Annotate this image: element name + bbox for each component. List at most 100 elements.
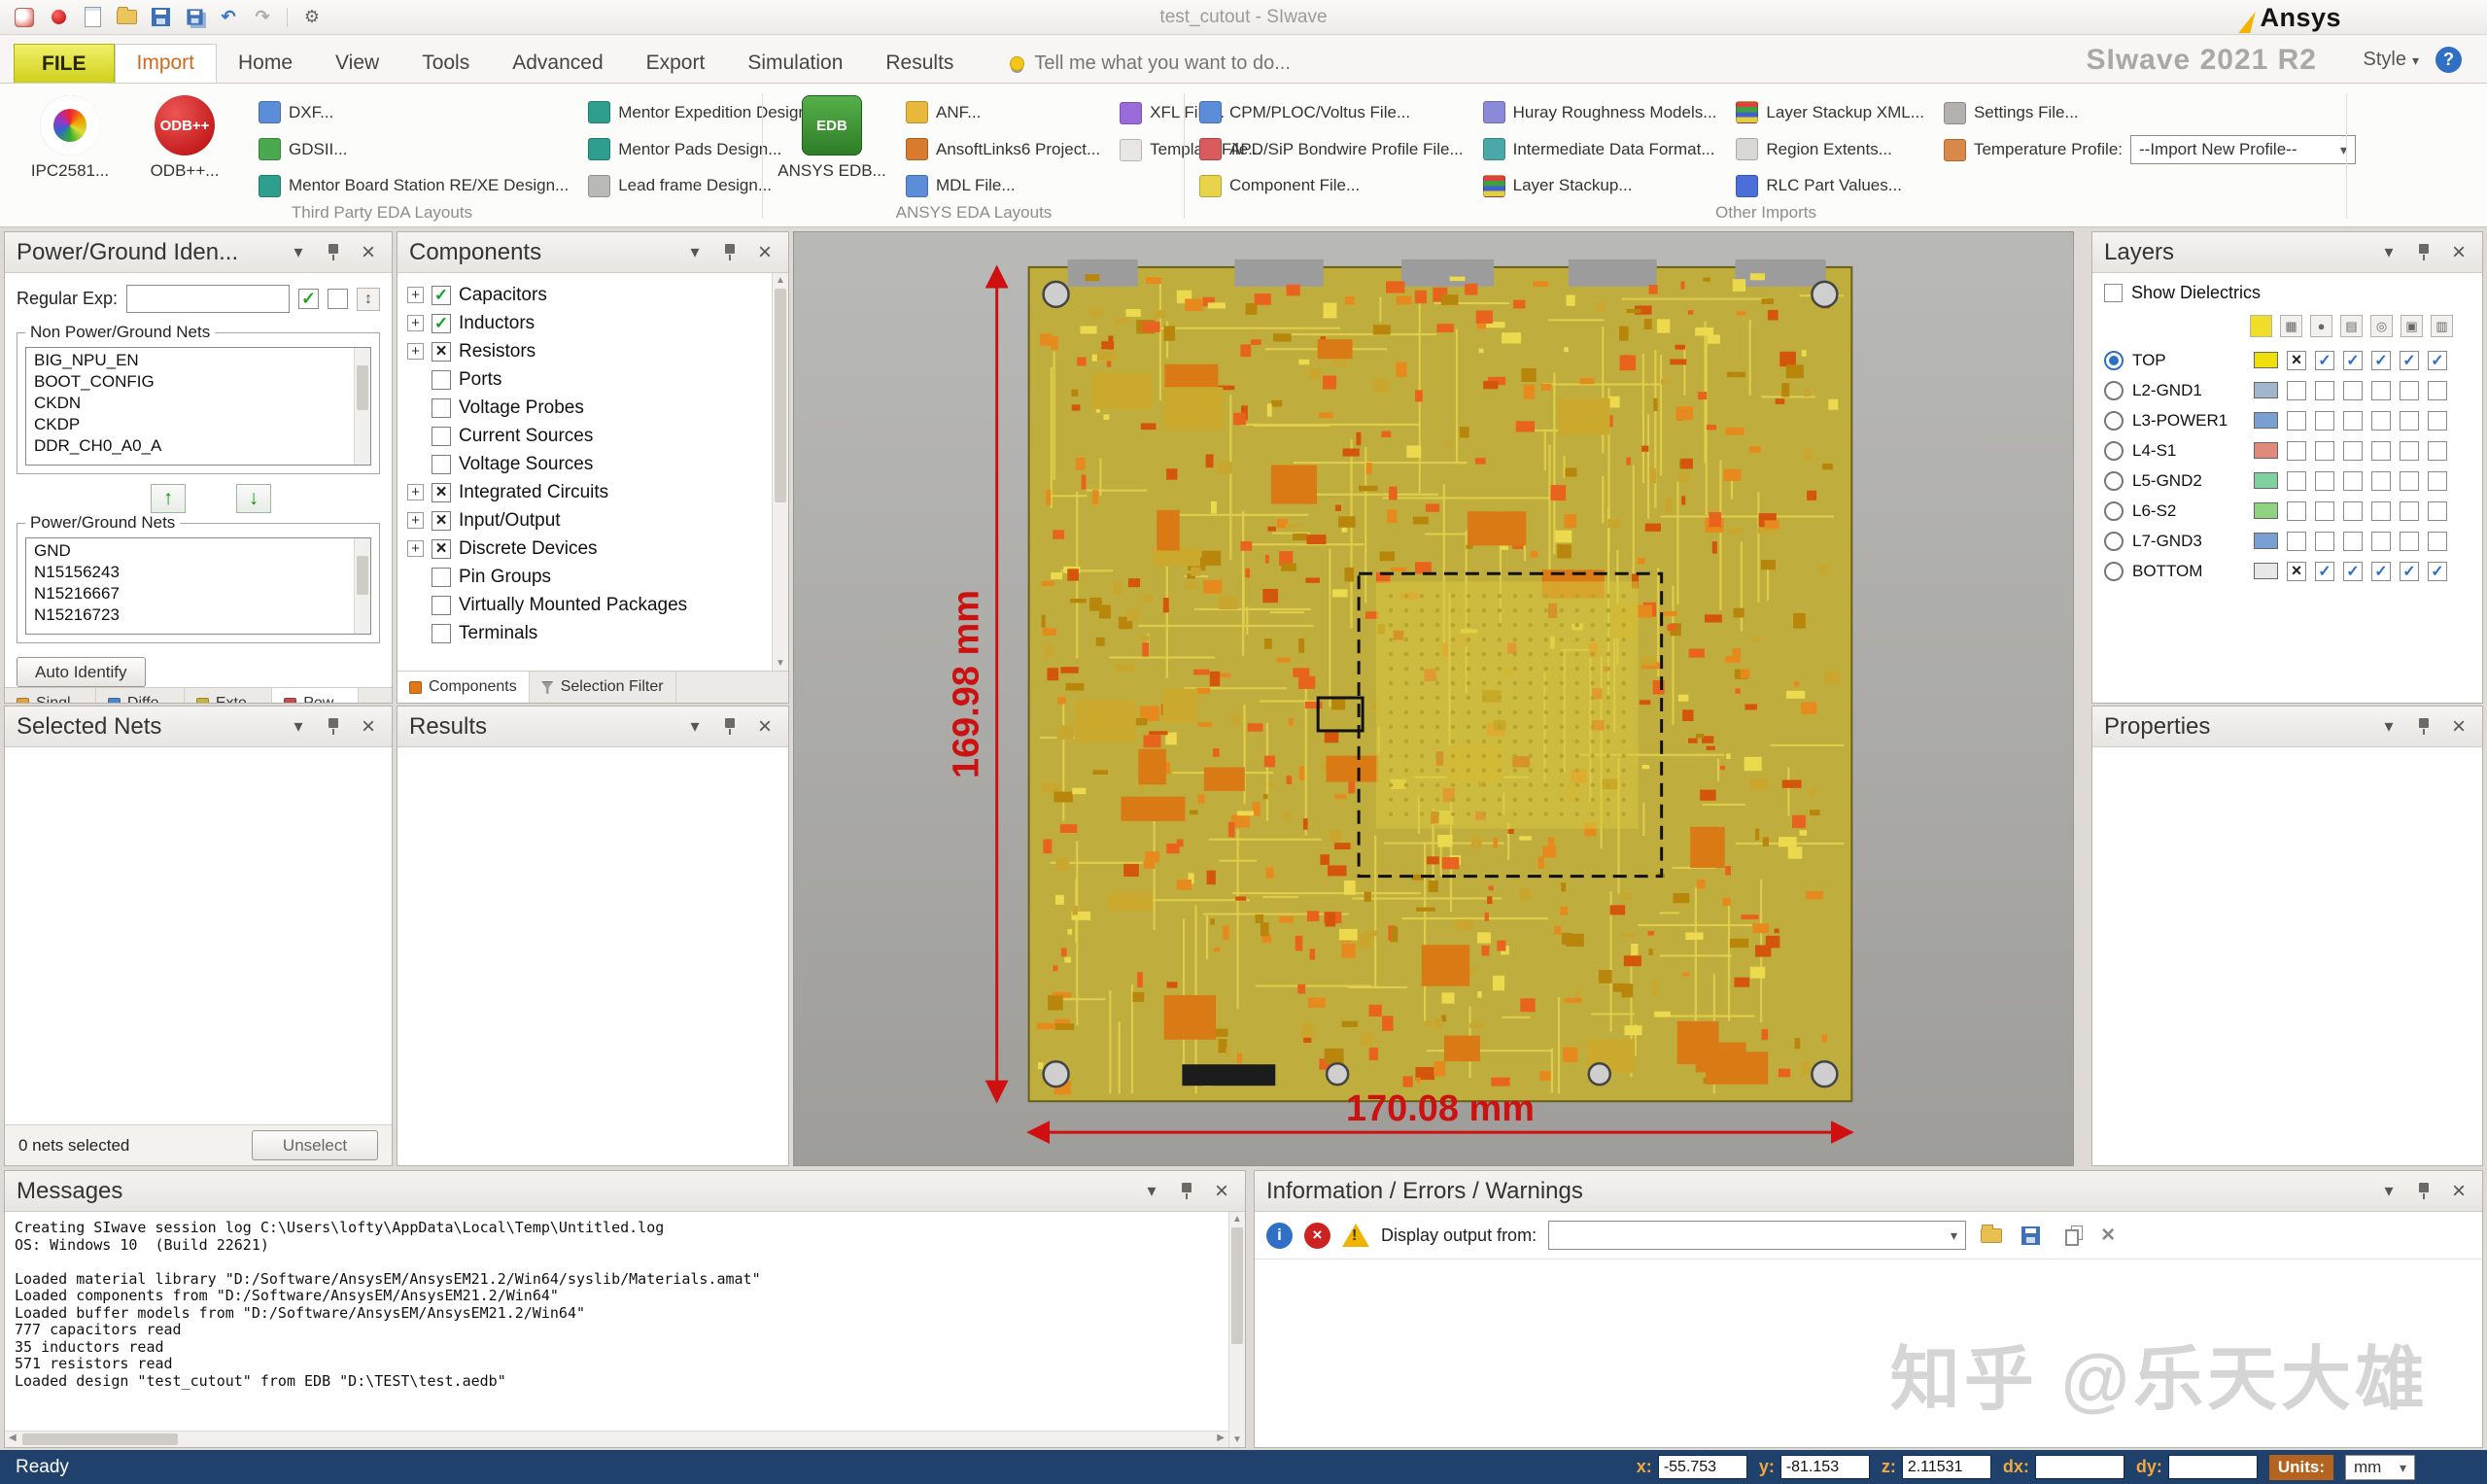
ribbon-item[interactable]: Mentor Board Station RE/XE Design... xyxy=(259,172,569,199)
layer-checkbox[interactable] xyxy=(2400,441,2419,461)
net-list-item[interactable]: CKDP xyxy=(28,414,351,435)
pin-icon[interactable] xyxy=(322,241,345,264)
expander-icon[interactable]: + xyxy=(407,287,424,303)
layer-color-swatch[interactable] xyxy=(2254,472,2278,489)
net-list-item[interactable]: BOOT_CONFIG xyxy=(28,371,351,393)
layer-checkbox[interactable] xyxy=(2400,501,2419,521)
layer-checkbox[interactable] xyxy=(2371,501,2391,521)
layer-checkbox[interactable] xyxy=(2371,441,2391,461)
layer-radio[interactable] xyxy=(2104,441,2124,461)
ribbon-item[interactable]: Region Extents... xyxy=(1736,136,1924,163)
tree-item-checkbox[interactable] xyxy=(432,455,451,474)
regular-exp-input[interactable] xyxy=(126,285,290,313)
chevron-down-icon[interactable] xyxy=(2377,715,2401,739)
ribbon-item[interactable]: RLC Part Values... xyxy=(1736,172,1924,199)
layer-color-swatch[interactable] xyxy=(2254,442,2278,459)
layer-checkbox[interactable] xyxy=(2343,501,2363,521)
layer-radio[interactable] xyxy=(2104,471,2124,491)
tree-item-checkbox[interactable] xyxy=(432,286,451,305)
ribbon-tab[interactable]: Tools xyxy=(400,44,491,83)
layer-checkbox[interactable] xyxy=(2315,471,2334,491)
close-icon[interactable] xyxy=(753,241,777,264)
close-icon[interactable] xyxy=(357,715,380,739)
move-up-button[interactable] xyxy=(151,484,186,513)
pgi-tab[interactable]: Pow... xyxy=(272,688,359,704)
layer-radio[interactable] xyxy=(2104,351,2124,370)
tree-item-checkbox[interactable] xyxy=(432,624,451,643)
ribbon-large-button[interactable]: ODB++ ODB++... xyxy=(130,93,239,199)
net-list-item[interactable]: CKDN xyxy=(28,393,351,414)
net-list-item[interactable]: N15216667 xyxy=(28,583,351,604)
net-list-item[interactable]: N15156243 xyxy=(28,562,351,583)
coordinate-input[interactable] xyxy=(2035,1455,2124,1479)
save-all-icon[interactable] xyxy=(182,6,207,29)
layer-checkbox[interactable] xyxy=(2428,411,2447,431)
vias-icon[interactable]: ◎ xyxy=(2370,315,2393,337)
components-tab[interactable]: Selection Filter xyxy=(530,672,676,703)
save-log-icon[interactable] xyxy=(2017,1222,2044,1249)
scrollbar-vertical[interactable] xyxy=(354,348,370,465)
tree-item[interactable]: Pin Groups xyxy=(407,563,767,591)
layer-checkbox[interactable] xyxy=(2315,351,2334,370)
layer-color-swatch[interactable] xyxy=(2254,382,2278,398)
ribbon-item[interactable]: Layer Stackup... xyxy=(1483,172,1717,199)
tree-item-checkbox[interactable] xyxy=(432,398,451,418)
layer-color-swatch[interactable] xyxy=(2254,563,2278,579)
info-filter-icon[interactable]: i xyxy=(1266,1223,1293,1249)
layer-radio[interactable] xyxy=(2104,532,2124,551)
tree-item[interactable]: Ports xyxy=(407,365,767,394)
layer-checkbox[interactable] xyxy=(2287,562,2306,581)
layer-checkbox[interactable] xyxy=(2315,532,2334,551)
layer-checkbox[interactable] xyxy=(2428,501,2447,521)
close-icon[interactable] xyxy=(1210,1180,1233,1203)
tree-item[interactable]: Voltage Sources xyxy=(407,450,767,478)
case-sensitive-checkbox[interactable] xyxy=(328,289,348,309)
net-list-item[interactable]: DDR_CH0_A0_A xyxy=(28,435,351,457)
open-log-icon[interactable] xyxy=(1978,1222,2005,1249)
ribbon-item[interactable]: AnsoftLinks6 Project... xyxy=(906,136,1100,163)
tree-item-checkbox[interactable] xyxy=(432,483,451,502)
ribbon-tab[interactable]: Import xyxy=(115,44,218,83)
layer-checkbox[interactable] xyxy=(2343,351,2363,370)
components-tab[interactable]: Components xyxy=(397,672,530,703)
chevron-down-icon[interactable] xyxy=(683,715,707,739)
expander-icon[interactable]: + xyxy=(407,540,424,557)
layer-checkbox[interactable] xyxy=(2371,562,2391,581)
tree-item[interactable]: + Input/Output xyxy=(407,506,767,535)
expander-icon[interactable]: + xyxy=(407,512,424,529)
layer-checkbox[interactable] xyxy=(2400,411,2419,431)
warning-filter-icon[interactable] xyxy=(1342,1224,1369,1247)
ribbon-item[interactable]: Settings File... xyxy=(1944,99,2356,126)
close-icon[interactable] xyxy=(2447,241,2470,264)
visibility-grid-icon[interactable]: ▦ xyxy=(2280,315,2302,337)
tree-item[interactable]: + Inductors xyxy=(407,309,767,337)
net-list-item[interactable]: BIG_NPU_EN xyxy=(28,350,351,371)
layer-color-swatch[interactable] xyxy=(2254,352,2278,368)
pads-icon[interactable]: ● xyxy=(2310,315,2332,337)
layer-checkbox[interactable] xyxy=(2315,381,2334,400)
ribbon-item[interactable]: Layer Stackup XML... xyxy=(1736,99,1924,126)
pin-icon[interactable] xyxy=(2412,241,2435,264)
units-select[interactable]: mm xyxy=(2345,1455,2415,1480)
ribbon-item[interactable]: APD/SiP Bondwire Profile File... xyxy=(1199,136,1464,163)
tree-item-checkbox[interactable] xyxy=(432,427,451,446)
error-filter-icon[interactable]: × xyxy=(1304,1223,1330,1249)
layer-color-swatch[interactable] xyxy=(2254,412,2278,429)
tree-item-checkbox[interactable] xyxy=(432,342,451,362)
layer-checkbox[interactable] xyxy=(2400,532,2419,551)
layer-checkbox[interactable] xyxy=(2315,501,2334,521)
ribbon-item[interactable]: MDL File... xyxy=(906,172,1100,199)
expander-icon[interactable]: + xyxy=(407,343,424,360)
tree-item[interactable]: + Discrete Devices xyxy=(407,535,767,563)
layer-radio[interactable] xyxy=(2104,411,2124,431)
close-icon[interactable] xyxy=(2447,715,2470,739)
layer-checkbox[interactable] xyxy=(2287,501,2306,521)
chevron-down-icon[interactable] xyxy=(2377,1180,2401,1203)
layer-checkbox[interactable] xyxy=(2343,532,2363,551)
layer-checkbox[interactable] xyxy=(2343,562,2363,581)
ribbon-item[interactable]: Intermediate Data Format... xyxy=(1483,136,1717,163)
tree-item[interactable]: Terminals xyxy=(407,619,767,647)
layer-checkbox[interactable] xyxy=(2287,471,2306,491)
pgi-tab[interactable]: Exte... xyxy=(185,688,272,704)
app-icon[interactable] xyxy=(12,6,37,29)
